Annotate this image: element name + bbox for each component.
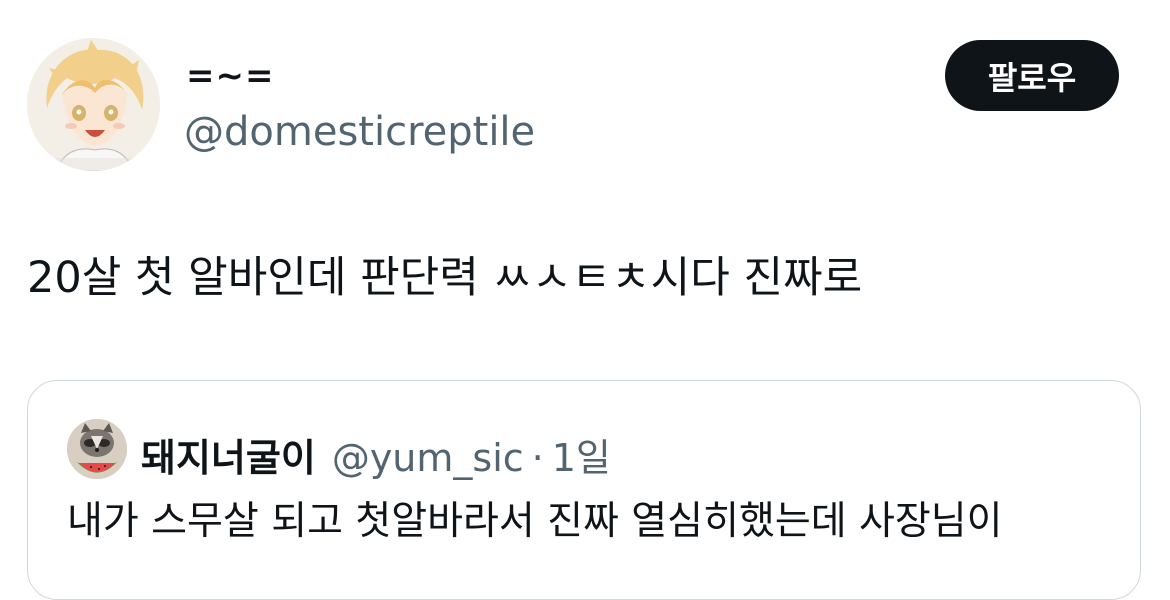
quoted-author-display-name[interactable]: 돼지너굴이 [141, 435, 316, 481]
raccoon-avatar-icon [67, 419, 127, 479]
anime-avatar-icon [27, 38, 160, 171]
quoted-author-handle[interactable]: @yum_sic [332, 435, 524, 481]
quoted-dot-separator: · [531, 436, 544, 480]
tweet-text: 20살 첫 알바인데 판단력 ㅆㅅㅌㅊ시다 진짜로 [27, 253, 863, 303]
author-handle[interactable]: @domesticreptile [184, 108, 535, 156]
quoted-tweet-header: 돼지너굴이 @yum_sic · 1일 [141, 427, 611, 482]
author-avatar[interactable] [27, 38, 160, 171]
quoted-timestamp[interactable]: 1일 [552, 427, 611, 482]
author-display-name[interactable]: =~= [186, 56, 274, 96]
quoted-tweet-card[interactable]: 돼지너굴이 @yum_sic · 1일 내가 스무살 되고 첫알바라서 진짜 열… [27, 380, 1141, 600]
quoted-tweet-text: 내가 스무살 되고 첫알바라서 진짜 열심히했는데 사장님이 [67, 499, 1003, 544]
follow-button[interactable]: 팔로우 [945, 40, 1119, 111]
quoted-author-avatar[interactable] [67, 419, 127, 479]
